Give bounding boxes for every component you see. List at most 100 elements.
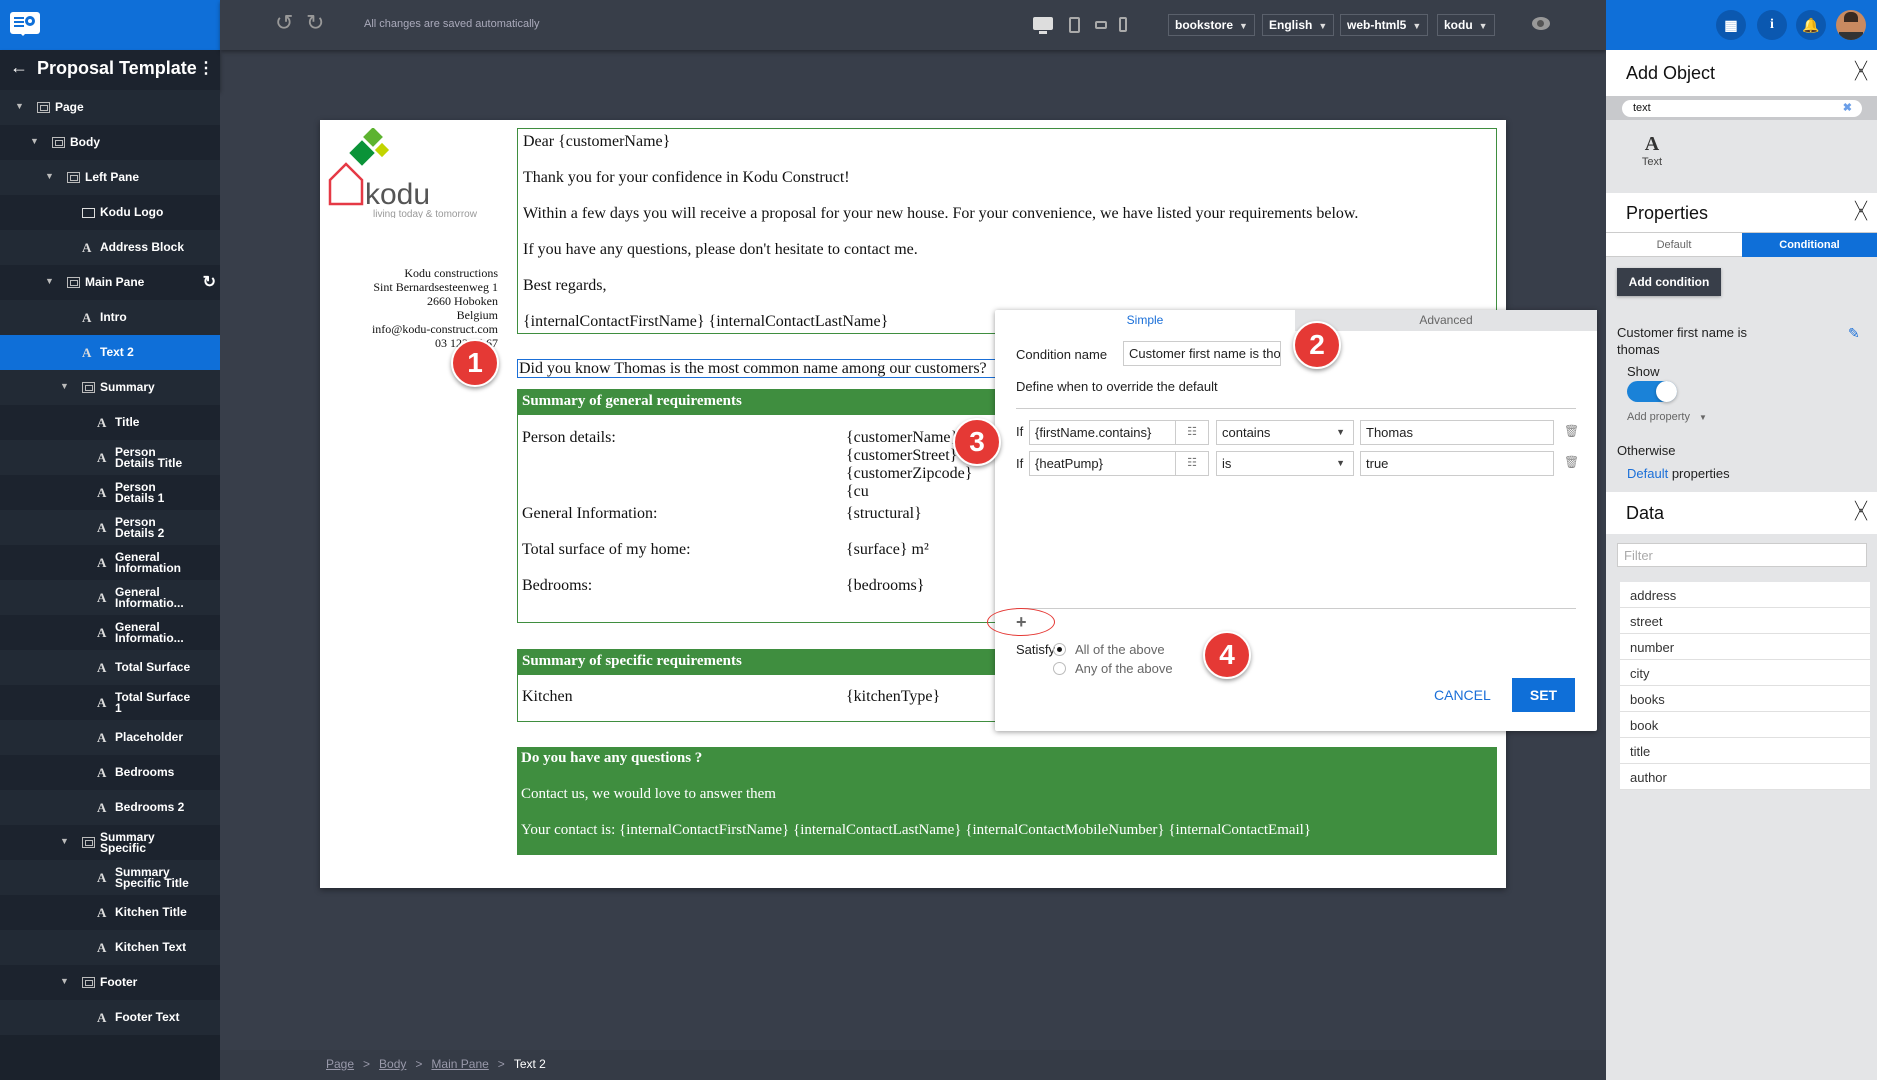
tree-item[interactable]: A Title — [0, 405, 220, 440]
tree-item[interactable]: ▼ Footer — [0, 965, 220, 1000]
tab-simple[interactable]: Simple — [995, 310, 1295, 331]
trash-icon[interactable]: 🗑 — [1564, 455, 1579, 469]
caret-down-icon[interactable]: ▼ — [45, 276, 54, 286]
data-picker-icon[interactable]: ☷ — [1175, 451, 1209, 476]
tree-item[interactable]: A Kitchen Title — [0, 895, 220, 930]
clear-search-icon[interactable]: ✖ — [1843, 101, 1852, 114]
trash-icon[interactable]: 🗑 — [1564, 424, 1579, 438]
satisfy-all-radio[interactable] — [1053, 643, 1066, 656]
tree-item[interactable]: ▼ Body — [0, 125, 220, 160]
breadcrumb-main-pane[interactable]: Main Pane — [431, 1057, 488, 1071]
tree-item[interactable]: ▼ Summary Specific — [0, 825, 220, 860]
tree-item[interactable]: A General Informatio... — [0, 615, 220, 650]
show-toggle[interactable] — [1627, 381, 1677, 402]
user-avatar[interactable] — [1836, 10, 1866, 40]
row-label: General Information: — [522, 505, 658, 522]
bell-icon[interactable]: 🔔 — [1796, 10, 1826, 40]
language-select[interactable]: English ▼ — [1262, 14, 1335, 36]
desktop-view-icon[interactable] — [1033, 17, 1053, 30]
info-icon[interactable]: i — [1757, 10, 1787, 40]
tree-item[interactable]: A General Information — [0, 545, 220, 580]
data-list-item[interactable]: address — [1620, 582, 1870, 608]
tree-item[interactable]: ▼ Main Pane ↻ — [0, 265, 220, 300]
tree-item[interactable]: A Bedrooms — [0, 755, 220, 790]
tree-item[interactable]: A Total Surface — [0, 650, 220, 685]
data-list-item[interactable]: book — [1620, 712, 1870, 738]
breadcrumb-page[interactable]: Page — [326, 1057, 354, 1071]
caret-down-icon[interactable]: ▼ — [15, 101, 24, 111]
caret-down-icon[interactable]: ▼ — [30, 136, 39, 146]
tree-item[interactable]: ▼ Summary — [0, 370, 220, 405]
rule-value-input[interactable]: Thomas — [1360, 420, 1554, 445]
default-link[interactable]: Default — [1627, 466, 1668, 481]
add-condition-button[interactable]: Add condition — [1617, 268, 1721, 296]
caret-down-icon[interactable]: ▼ — [60, 836, 69, 846]
address-block[interactable]: Kodu constructions Sint Bernardsesteenwe… — [372, 266, 498, 350]
add-property-dropdown[interactable]: Add property ▼ — [1627, 411, 1707, 423]
cancel-button[interactable]: CANCEL — [1434, 687, 1491, 703]
tree-item[interactable]: A Bedrooms 2 — [0, 790, 220, 825]
tree-item[interactable]: A Footer Text — [0, 1000, 220, 1035]
tree-item[interactable]: A Total Surface 1 — [0, 685, 220, 720]
redo-icon[interactable]: ↻ — [306, 10, 324, 36]
satisfy-any-radio[interactable] — [1053, 662, 1066, 675]
data-list-item[interactable]: books — [1620, 686, 1870, 712]
data-picker-icon[interactable]: ☷ — [1175, 420, 1209, 445]
tree-item[interactable]: A Placeholder — [0, 720, 220, 755]
collapse-icon[interactable]: ╲╱ ╱╲ — [1855, 63, 1867, 81]
condition-name-input[interactable]: Customer first name is thomas — [1123, 341, 1281, 366]
object-search-input[interactable]: text ✖ — [1622, 100, 1862, 117]
tab-advanced[interactable]: Advanced — [1295, 310, 1597, 331]
tree-item[interactable]: A Intro — [0, 300, 220, 335]
satisfy-all-label[interactable]: All of the above — [1075, 642, 1165, 657]
rule-value-input[interactable]: true — [1360, 451, 1554, 476]
tree-item[interactable]: A Person Details 1 — [0, 475, 220, 510]
theme-select[interactable]: kodu ▼ — [1437, 14, 1495, 36]
intro-block[interactable]: Dear {customerName} Thank you for your c… — [517, 128, 1497, 334]
project-select[interactable]: bookstore ▼ — [1168, 14, 1255, 36]
tree-item[interactable]: ▼ Page — [0, 90, 220, 125]
rule-operator-select[interactable]: is ▼ — [1216, 451, 1354, 476]
caret-down-icon[interactable]: ▼ — [60, 381, 69, 391]
tree-item[interactable]: A Text 2 — [0, 335, 220, 370]
preview-eye-icon[interactable] — [1532, 17, 1550, 30]
mobile-view-icon[interactable] — [1119, 17, 1127, 32]
data-list-item[interactable]: number — [1620, 634, 1870, 660]
satisfy-any-label[interactable]: Any of the above — [1075, 661, 1173, 676]
text-object-item[interactable]: A Text — [1634, 133, 1670, 168]
refresh-icon[interactable]: ↻ — [203, 272, 216, 292]
footer-block[interactable]: Do you have any questions ? Contact us, … — [517, 747, 1497, 855]
tree-item[interactable]: ▼ Left Pane — [0, 160, 220, 195]
tree-item[interactable]: A Kitchen Text — [0, 930, 220, 965]
landscape-view-icon[interactable] — [1095, 21, 1107, 29]
caret-down-icon[interactable]: ▼ — [60, 976, 69, 986]
edit-pencil-icon[interactable]: ✎ — [1848, 325, 1860, 342]
more-vert-icon[interactable]: ⋮ — [198, 58, 214, 78]
apps-grid-icon[interactable]: ▦ — [1716, 10, 1746, 40]
tablet-view-icon[interactable] — [1069, 17, 1080, 33]
collapse-icon[interactable]: ╲╱ ╱╲ — [1855, 503, 1867, 521]
tree-item[interactable]: A Summary Specific Title — [0, 860, 220, 895]
data-list-item[interactable]: city — [1620, 660, 1870, 686]
caret-down-icon[interactable]: ▼ — [45, 171, 54, 181]
tree-item[interactable]: A Address Block — [0, 230, 220, 265]
tab-conditional[interactable]: Conditional — [1742, 233, 1877, 257]
breadcrumb-body[interactable]: Body — [379, 1057, 406, 1071]
data-list-item[interactable]: street — [1620, 608, 1870, 634]
set-button[interactable]: SET — [1512, 678, 1575, 712]
tree-item[interactable]: Kodu Logo — [0, 195, 220, 230]
undo-icon[interactable]: ↺ — [275, 10, 293, 36]
back-arrow-icon[interactable]: ← — [10, 57, 28, 78]
tree-item[interactable]: A General Informatio... — [0, 580, 220, 615]
tree-item[interactable]: A Person Details 2 — [0, 510, 220, 545]
app-logo-icon[interactable] — [10, 12, 40, 36]
kodu-logo[interactable]: kodu living today & tomorrow — [328, 128, 488, 218]
tab-default[interactable]: Default — [1606, 233, 1742, 257]
rule-operator-select[interactable]: contains ▼ — [1216, 420, 1354, 445]
data-list-item[interactable]: author — [1620, 764, 1870, 790]
data-filter-input[interactable]: Filter — [1617, 543, 1867, 567]
data-list-item[interactable]: title — [1620, 738, 1870, 764]
collapse-icon[interactable]: ╲╱ ╱╲ — [1855, 202, 1867, 220]
channel-select[interactable]: web-html5 ▼ — [1340, 14, 1429, 36]
tree-item[interactable]: A Person Details Title — [0, 440, 220, 475]
